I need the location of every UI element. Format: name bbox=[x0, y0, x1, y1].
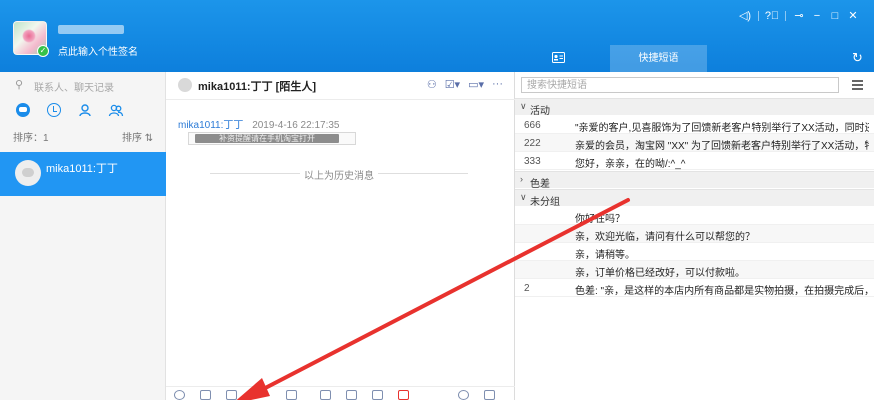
message-meta: mika1011:丁丁 2019-4-16 22:17:35 bbox=[178, 116, 339, 131]
add-friend-icon[interactable]: ⚇ bbox=[427, 78, 437, 91]
group-name: 活动 bbox=[530, 106, 550, 117]
history-icon[interactable] bbox=[458, 390, 469, 400]
phrase-item[interactable]: 2 色差: "亲，是这样的本店内所有商品都是实物拍摄，在拍摄完成后，已尽... bbox=[515, 279, 874, 297]
message-text: 补资提醒请在手机淘宝打开 bbox=[195, 134, 339, 143]
transfer-icon[interactable]: ☑▾ bbox=[445, 78, 460, 91]
contact-card-icon bbox=[552, 52, 565, 63]
phrase-item[interactable]: 亲，请稍等。 bbox=[515, 243, 874, 261]
phrase-key: 333 bbox=[524, 156, 541, 167]
refresh-icon[interactable]: ↻ bbox=[852, 50, 863, 66]
red-packet-icon[interactable] bbox=[398, 390, 409, 400]
quick-phrase-search-input[interactable] bbox=[522, 78, 838, 92]
nickname-redacted bbox=[58, 25, 124, 34]
quick-phrases-panel: ∨ 活动 666 "亲爱的客户,见喜服饰为了回馈新老客户特别举行了XX活动，同时… bbox=[515, 72, 874, 400]
chat-toolbar: ⚇ ☑▾ ▭▾ ··· bbox=[427, 78, 503, 91]
video-call-icon[interactable]: ▭▾ bbox=[468, 78, 484, 91]
message-bubble[interactable]: 补资提醒请在手机淘宝打开 bbox=[188, 132, 356, 145]
search-icon: ⚲ bbox=[15, 79, 24, 91]
contact-avatar bbox=[15, 160, 41, 186]
contact-search[interactable]: ⚲ 联系人、聊天记录 bbox=[0, 72, 166, 98]
more-icon[interactable]: ··· bbox=[492, 78, 503, 91]
chat-panel: mika1011:丁丁 [陌生人] ⚇ ☑▾ ▭▾ ··· mika1011:丁… bbox=[166, 72, 515, 400]
chevron-down-icon: ∨ bbox=[520, 101, 527, 111]
history-divider: 以上为历史消息 bbox=[210, 167, 468, 182]
order-icon[interactable] bbox=[484, 390, 495, 400]
chat-title: mika1011:丁丁 [陌生人] bbox=[198, 81, 316, 93]
phrase-text: 你好在吗？ bbox=[575, 214, 625, 225]
divider-line bbox=[378, 173, 468, 174]
phrase-item[interactable]: 222 亲爱的会员，淘宝网 "XX" 为了回馈新老客户特别举行了XX活动，特别.… bbox=[515, 134, 874, 152]
phrase-text: 亲，请稍等。 bbox=[575, 250, 635, 261]
aliwangwang-window: ✓ 点此输入个性签名 ◁) ?⃝ ⊸ − □ ✕ 快捷短语 ↻ ⚲ 联系人、聊天… bbox=[0, 0, 874, 400]
contact-sidebar: ⚲ 联系人、聊天记录 排序：1 排序 ⇅ mika1011:丁丁 bbox=[0, 72, 166, 400]
chat-header: mika1011:丁丁 [陌生人] ⚇ ☑▾ ▭▾ ··· bbox=[166, 72, 515, 100]
user-avatar[interactable]: ✓ bbox=[13, 21, 49, 57]
close-icon[interactable]: ✕ bbox=[844, 8, 862, 24]
tab-contact-card[interactable] bbox=[541, 45, 575, 72]
sort-toggle[interactable]: 排序 ⇅ bbox=[122, 129, 153, 144]
phrase-item[interactable]: 666 "亲爱的客户,见喜服饰为了回馈新老客户特别举行了XX活动，同时还有... bbox=[515, 116, 874, 134]
phrase-text: 色差: "亲，是这样的本店内所有商品都是实物拍摄，在拍摄完成后，已尽... bbox=[575, 286, 869, 297]
sidebar-tabs bbox=[0, 100, 166, 122]
phrase-item[interactable]: 亲，欢迎光临，请问有什么可以帮您的？ bbox=[515, 225, 874, 243]
avatar-image bbox=[22, 29, 36, 43]
signature-input[interactable]: 点此输入个性签名 bbox=[58, 43, 138, 58]
phrase-text: "亲爱的客户,见喜服饰为了回馈新老客户特别举行了XX活动，同时还有... bbox=[575, 123, 869, 134]
chevron-down-icon: ∨ bbox=[520, 192, 527, 202]
pin-icon[interactable]: ⊸ bbox=[790, 8, 808, 24]
phrase-text: 亲爱的会员，淘宝网 "XX" 为了回馈新老客户特别举行了XX活动，特别... bbox=[575, 141, 869, 152]
phrase-group-ungrouped[interactable]: ∨ 未分组 bbox=[515, 189, 874, 208]
contact-item[interactable]: mika1011:丁丁 bbox=[0, 152, 166, 196]
image-icon[interactable] bbox=[226, 390, 237, 400]
contact-search-placeholder: 联系人、聊天记录 bbox=[34, 83, 114, 94]
group-name: 未分组 bbox=[530, 197, 560, 208]
phrase-item[interactable]: 你好在吗？ bbox=[515, 207, 874, 225]
contacts-person-icon[interactable] bbox=[78, 103, 92, 117]
favorite-icon[interactable] bbox=[346, 390, 357, 400]
cut-icon[interactable] bbox=[286, 390, 297, 400]
message-sender: mika1011:丁丁 bbox=[178, 120, 244, 131]
phrase-key: 666 bbox=[524, 120, 541, 131]
online-status-icon: ✓ bbox=[37, 45, 49, 57]
phrase-text: 您好，亲亲，在的呦/:^_^ bbox=[575, 159, 686, 170]
phrase-group-activity[interactable]: ∨ 活动 bbox=[515, 98, 874, 117]
phrase-item[interactable]: 亲，订单价格已经改好，可以付款啦。 bbox=[515, 261, 874, 279]
chat-avatar bbox=[178, 78, 192, 92]
recent-chats-icon[interactable] bbox=[16, 103, 30, 117]
group-name: 色差 bbox=[530, 179, 550, 190]
phrase-item[interactable]: 333 您好，亲亲，在的呦/:^_^ bbox=[515, 152, 874, 170]
divider bbox=[785, 11, 786, 21]
history-divider-text: 以上为历史消息 bbox=[304, 171, 374, 182]
maximize-icon[interactable]: □ bbox=[826, 8, 844, 24]
history-clock-icon[interactable] bbox=[47, 103, 61, 117]
divider bbox=[758, 11, 759, 21]
font-icon[interactable] bbox=[200, 390, 211, 400]
volume-icon[interactable]: ◁) bbox=[736, 8, 754, 24]
groups-icon[interactable] bbox=[108, 103, 124, 117]
chevron-right-icon: › bbox=[520, 174, 523, 184]
gift-icon[interactable] bbox=[320, 390, 331, 400]
message-time: 2019-4-16 22:17:35 bbox=[252, 120, 340, 131]
sort-label: 排序：1 bbox=[13, 133, 49, 144]
input-toolbar bbox=[166, 386, 515, 400]
window-controls: ◁) ?⃝ ⊸ − □ ✕ bbox=[736, 8, 862, 24]
help-icon[interactable]: ?⃝ bbox=[763, 8, 781, 24]
phrase-key: 222 bbox=[524, 138, 541, 149]
phrase-key: 2 bbox=[524, 283, 530, 294]
emoji-icon[interactable] bbox=[174, 390, 185, 400]
title-bar: ✓ 点此输入个性签名 ◁) ?⃝ ⊸ − □ ✕ 快捷短语 ↻ bbox=[0, 0, 874, 72]
phrase-text: 亲，订单价格已经改好，可以付款啦。 bbox=[575, 268, 745, 279]
list-settings-icon[interactable] bbox=[852, 80, 863, 90]
coupon-icon[interactable] bbox=[372, 390, 383, 400]
phrase-text: 亲，欢迎光临，请问有什么可以帮您的？ bbox=[575, 232, 755, 243]
minimize-icon[interactable]: − bbox=[808, 8, 826, 24]
tab-quick-phrases[interactable]: 快捷短语 bbox=[610, 45, 707, 72]
quick-phrase-search[interactable] bbox=[521, 77, 839, 93]
contact-name: mika1011:丁丁 bbox=[46, 163, 118, 175]
phrase-group-color-diff[interactable]: › 色差 bbox=[515, 171, 874, 190]
sort-row: 排序：1 排序 ⇅ bbox=[0, 128, 166, 144]
